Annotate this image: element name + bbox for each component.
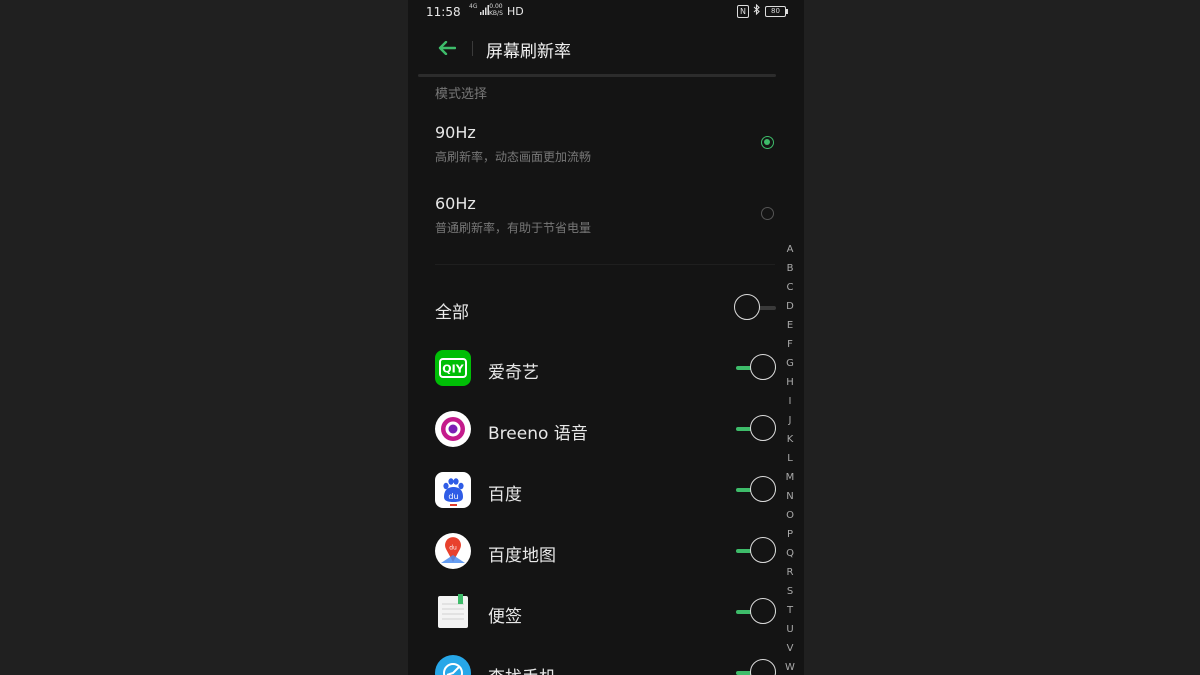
svg-text:du: du — [448, 492, 458, 501]
back-button[interactable] — [432, 35, 462, 61]
all-apps-toggle[interactable] — [734, 294, 778, 322]
bluetooth-icon — [753, 3, 761, 18]
find-phone-icon — [435, 655, 471, 675]
alphabet-index-letter[interactable]: L — [784, 451, 796, 470]
app-toggle-baidu-map[interactable] — [734, 537, 778, 565]
notes-icon — [435, 594, 471, 630]
app-row-baidu[interactable]: du 百度 — [408, 466, 804, 514]
breeno-icon — [435, 411, 471, 447]
app-row-iqiyi[interactable]: QIY 爱奇艺 — [408, 344, 804, 392]
alphabet-index-letter[interactable]: J — [784, 413, 796, 432]
header-divider — [472, 41, 473, 56]
radio-60hz[interactable] — [761, 207, 774, 220]
signal-icon — [480, 5, 489, 15]
all-apps-row[interactable]: 全部 — [408, 284, 804, 332]
alphabet-index-letter[interactable]: C — [784, 280, 796, 299]
alphabet-index-letter[interactable]: B — [784, 261, 796, 280]
app-row-notes[interactable]: 便签 — [408, 588, 804, 636]
page-title: 屏幕刷新率 — [486, 42, 571, 62]
svg-text:QIY: QIY — [442, 363, 464, 376]
app-row-breeno[interactable]: Breeno 语音 — [408, 405, 804, 453]
mode-section-label: 模式选择 — [435, 87, 488, 102]
app-toggle-baidu[interactable] — [734, 476, 778, 504]
baidu-icon: du — [435, 472, 471, 508]
mode-title: 60Hz — [435, 194, 476, 213]
alphabet-index-letter[interactable]: H — [784, 375, 796, 394]
app-toggle-breeno[interactable] — [734, 415, 778, 443]
app-label: 百度地图 — [488, 546, 556, 566]
hd-indicator: HD — [507, 5, 524, 18]
section-divider — [435, 264, 775, 265]
mode-description: 高刷新率，动态画面更加流畅 — [435, 150, 592, 164]
scroll-shadow — [418, 74, 776, 77]
alphabet-index-letter[interactable]: A — [784, 242, 796, 261]
alphabet-index-letter[interactable]: E — [784, 318, 796, 337]
app-toggle-iqiyi[interactable] — [734, 354, 778, 382]
app-label: Breeno 语音 — [488, 424, 588, 444]
mode-description: 普通刷新率，有助于节省电量 — [435, 221, 592, 235]
mode-option-90hz[interactable]: 90Hz 高刷新率，动态画面更加流畅 — [408, 123, 804, 183]
alphabet-index-letter[interactable]: I — [784, 394, 796, 413]
phone-screen: 11:58 4G 0.00 KB/S HD N 80 屏幕刷新率 模式选择 90… — [408, 0, 804, 675]
alphabet-index-letter[interactable]: M — [784, 470, 796, 489]
app-label: 百度 — [488, 485, 522, 505]
alphabet-index-letter[interactable]: P — [784, 527, 796, 546]
app-header: 屏幕刷新率 — [408, 24, 804, 72]
arrow-left-icon — [438, 41, 456, 55]
app-label: 爱奇艺 — [488, 363, 539, 383]
svg-text:du: du — [449, 545, 457, 552]
app-toggle-notes[interactable] — [734, 598, 778, 626]
mode-option-60hz[interactable]: 60Hz 普通刷新率，有助于节省电量 — [408, 194, 804, 254]
baidu-map-icon: du — [435, 533, 471, 569]
app-toggle-find-phone[interactable] — [734, 659, 778, 675]
battery-icon: 80 — [765, 5, 788, 17]
app-row-find-phone[interactable]: 查找手机 — [408, 649, 804, 675]
status-time: 11:58 — [426, 5, 461, 19]
nfc-icon: N — [737, 4, 749, 18]
alphabet-index-letter[interactable]: F — [784, 337, 796, 356]
app-label: 便签 — [488, 607, 522, 627]
alphabet-index-letter[interactable]: V — [784, 641, 796, 660]
alphabet-index-letter[interactable]: U — [784, 622, 796, 641]
iqiyi-icon: QIY — [435, 350, 471, 386]
alphabet-index-letter[interactable]: R — [784, 565, 796, 584]
network-type: 4G — [469, 3, 478, 10]
all-apps-label: 全部 — [435, 303, 469, 323]
alphabet-index-letter[interactable]: W — [784, 660, 796, 675]
mode-title: 90Hz — [435, 123, 476, 142]
app-label: 查找手机 — [488, 663, 556, 675]
alphabet-index[interactable]: ABCDEFGHIJKLMNOPQRSTUVW — [784, 242, 796, 675]
alphabet-index-letter[interactable]: O — [784, 508, 796, 527]
status-bar: 11:58 4G 0.00 KB/S HD N 80 — [408, 0, 804, 24]
alphabet-index-letter[interactable]: T — [784, 603, 796, 622]
network-speed: 0.00 KB/S — [489, 3, 503, 17]
alphabet-index-letter[interactable]: Q — [784, 546, 796, 565]
app-row-baidu-map[interactable]: du 百度地图 — [408, 527, 804, 575]
alphabet-index-letter[interactable]: S — [784, 584, 796, 603]
alphabet-index-letter[interactable]: K — [784, 432, 796, 451]
alphabet-index-letter[interactable]: D — [784, 299, 796, 318]
alphabet-index-letter[interactable]: G — [784, 356, 796, 375]
alphabet-index-letter[interactable]: N — [784, 489, 796, 508]
radio-90hz-selected[interactable] — [761, 136, 774, 149]
